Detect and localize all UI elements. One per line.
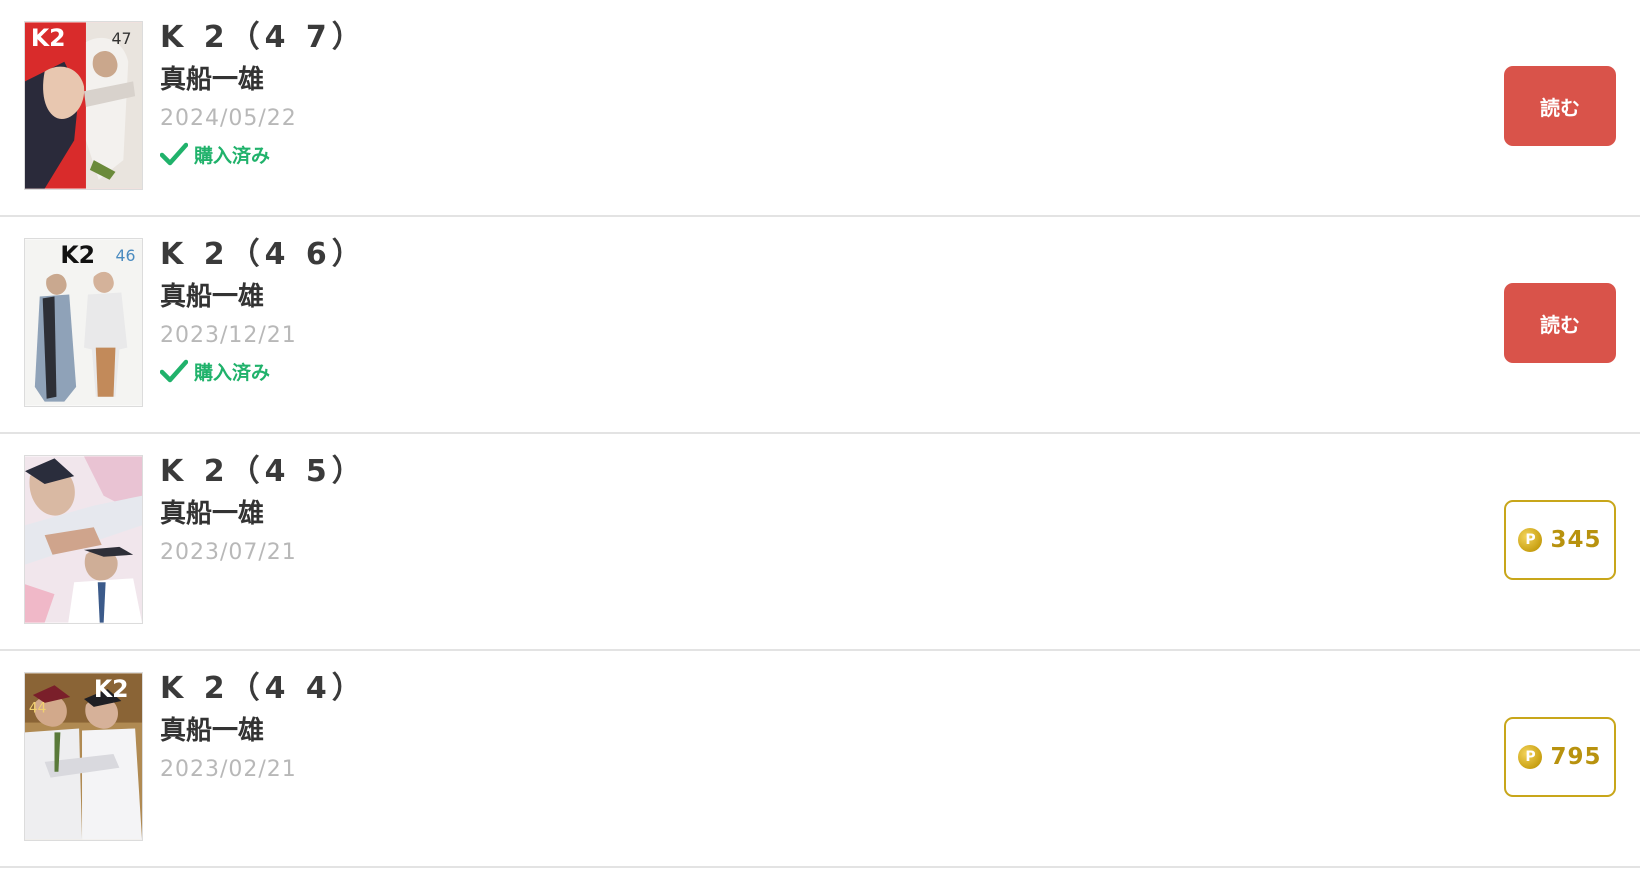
- list-item[interactable]: K2 44 K 2（4 4） 真船一雄 2023/02/21 P 795: [0, 651, 1640, 868]
- list-item[interactable]: K2 47 K 2（4 7） 真船一雄 2024/05/22 購入済み 読む: [0, 0, 1640, 217]
- book-info: K 2（4 6） 真船一雄 2023/12/21 購入済み: [160, 233, 367, 387]
- buy-button[interactable]: P 795: [1504, 717, 1616, 797]
- price-label: 795: [1550, 744, 1602, 770]
- book-author[interactable]: 真船一雄: [160, 495, 367, 533]
- checkmark-icon: [160, 359, 188, 383]
- svg-text:K2: K2: [31, 24, 66, 52]
- book-info: K 2（4 5） 真船一雄 2023/07/21: [160, 450, 367, 570]
- book-cover-image: [25, 456, 142, 623]
- point-coin-icon: P: [1518, 528, 1543, 552]
- book-cover-image: K2 46: [25, 239, 142, 406]
- purchased-status: 購入済み: [160, 138, 367, 170]
- svg-text:46: 46: [115, 246, 135, 265]
- book-author[interactable]: 真船一雄: [160, 61, 367, 99]
- read-button[interactable]: 読む: [1504, 283, 1616, 363]
- svg-text:K2: K2: [94, 675, 129, 703]
- release-date: 2024/05/22: [160, 106, 297, 131]
- book-info: K 2（4 4） 真船一雄 2023/02/21: [160, 667, 367, 787]
- release-date: 2023/02/21: [160, 757, 297, 782]
- list-item[interactable]: K2 46 K 2（4 6） 真船一雄 2023/12/21 購入済み 読む: [0, 217, 1640, 434]
- book-cover[interactable]: K2 47: [24, 21, 143, 190]
- book-author[interactable]: 真船一雄: [160, 278, 367, 316]
- book-cover-image: K2 47: [25, 22, 142, 189]
- book-cover[interactable]: [24, 455, 143, 624]
- book-title[interactable]: K 2（4 6）: [160, 233, 367, 277]
- release-date: 2023/07/21: [160, 540, 297, 565]
- svg-text:K2: K2: [60, 241, 95, 269]
- book-title[interactable]: K 2（4 7）: [160, 16, 367, 60]
- checkmark-icon: [160, 142, 188, 166]
- book-cover-image: K2 44: [25, 673, 142, 840]
- book-list: K2 47 K 2（4 7） 真船一雄 2024/05/22 購入済み 読む K…: [0, 0, 1640, 868]
- purchased-label: 購入済み: [194, 144, 271, 167]
- book-title[interactable]: K 2（4 5）: [160, 450, 367, 494]
- list-item[interactable]: K 2（4 5） 真船一雄 2023/07/21 P 345: [0, 434, 1640, 651]
- book-author[interactable]: 真船一雄: [160, 712, 367, 750]
- book-cover[interactable]: K2 44: [24, 672, 143, 841]
- book-cover[interactable]: K2 46: [24, 238, 143, 407]
- book-title[interactable]: K 2（4 4）: [160, 667, 367, 711]
- svg-text:44: 44: [29, 701, 46, 717]
- price-label: 345: [1550, 527, 1602, 553]
- purchased-label: 購入済み: [194, 361, 271, 384]
- book-info: K 2（4 7） 真船一雄 2024/05/22 購入済み: [160, 16, 367, 170]
- point-coin-icon: P: [1518, 745, 1543, 769]
- buy-button[interactable]: P 345: [1504, 500, 1616, 580]
- release-date: 2023/12/21: [160, 323, 297, 348]
- purchased-status: 購入済み: [160, 355, 367, 387]
- svg-text:47: 47: [112, 29, 132, 48]
- read-button[interactable]: 読む: [1504, 66, 1616, 146]
